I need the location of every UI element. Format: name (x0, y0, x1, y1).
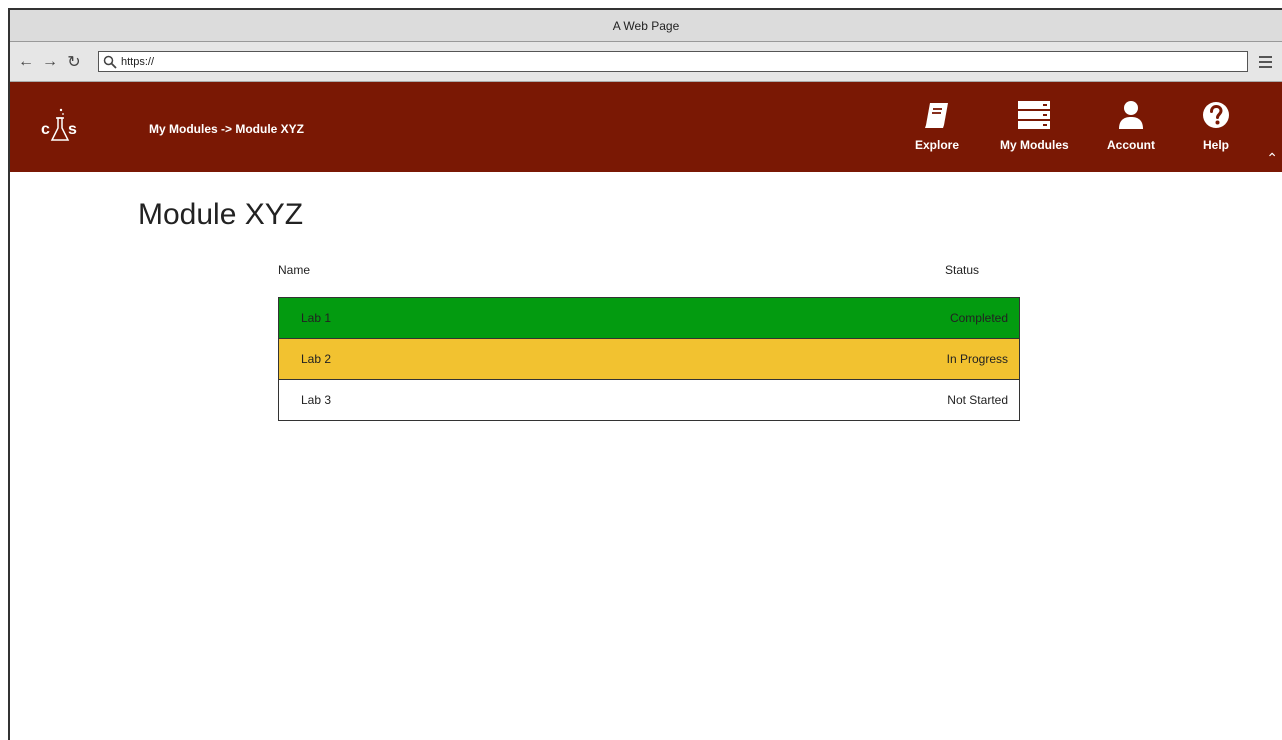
nav-help[interactable]: Help (1202, 100, 1230, 152)
lab-row[interactable]: Lab 1 Completed (279, 298, 1019, 339)
lab-status: Not Started (947, 393, 1008, 407)
search-icon (103, 55, 117, 69)
book-icon (925, 103, 948, 128)
lab-row[interactable]: Lab 2 In Progress (279, 339, 1019, 380)
lab-row[interactable]: Lab 3 Not Started (279, 380, 1019, 420)
menu-icon[interactable] (1254, 52, 1276, 72)
collapse-chevron-icon[interactable]: ⌃ (1266, 150, 1278, 167)
browser-toolbar: ← → ↻ (10, 42, 1282, 82)
window-titlebar: A Web Page (10, 10, 1282, 42)
app-header: c s My Modules -> Module XYZ Explore My … (10, 82, 1282, 172)
user-icon (1119, 101, 1143, 129)
url-input[interactable] (121, 55, 1247, 68)
lab-status: In Progress (946, 352, 1008, 366)
nav-label: Explore (915, 138, 960, 152)
window-title: A Web Page (612, 18, 680, 33)
lab-name: Lab 1 (301, 311, 332, 325)
nav-explore[interactable]: Explore (915, 100, 959, 152)
svg-text:s: s (68, 121, 77, 138)
nav-my-modules[interactable]: My Modules (1000, 100, 1069, 152)
breadcrumb[interactable]: My Modules -> Module XYZ (149, 122, 304, 136)
nav-account[interactable]: Account (1107, 100, 1155, 152)
forward-arrow-icon[interactable]: → (40, 52, 60, 72)
lab-name: Lab 3 (301, 393, 332, 407)
column-header-status: Status (945, 263, 980, 277)
address-bar[interactable] (98, 51, 1248, 72)
column-header-name: Name (278, 263, 311, 277)
browser-window: A Web Page ← → ↻ c s My Modules -> Modul… (8, 8, 1282, 740)
back-arrow-icon[interactable]: ← (16, 52, 36, 72)
flask-logo-icon[interactable]: c s (38, 106, 88, 150)
page-title: Module XYZ (138, 198, 304, 231)
lab-name: Lab 2 (301, 352, 332, 366)
nav-label: Help (1202, 138, 1229, 152)
nav-label: Account (1107, 138, 1155, 152)
reload-icon[interactable]: ↻ (64, 52, 84, 72)
svg-text:c: c (41, 121, 50, 138)
lab-status: Completed (949, 311, 1008, 325)
nav-label: My Modules (1000, 138, 1069, 152)
lab-table: Lab 1 Completed Lab 2 In Progress Lab 3 … (278, 297, 1020, 421)
question-icon (1203, 102, 1229, 128)
server-list-icon (1018, 101, 1051, 129)
